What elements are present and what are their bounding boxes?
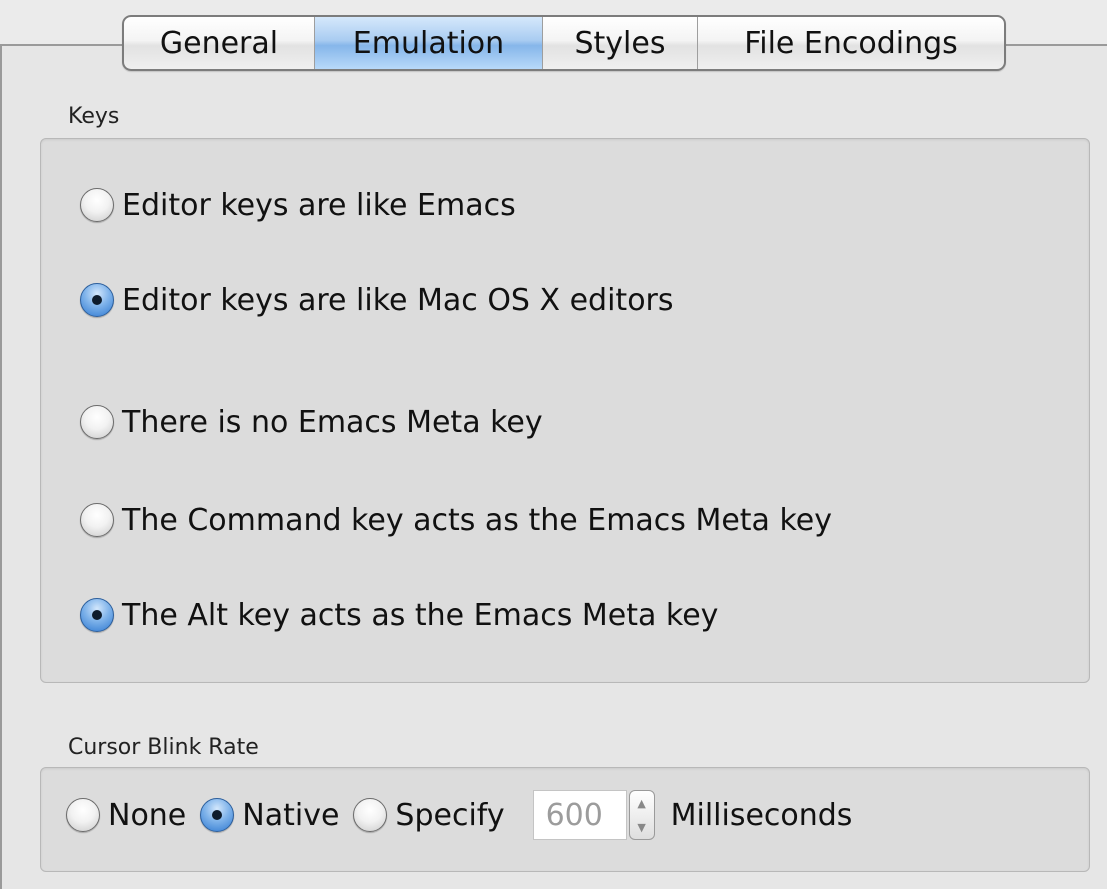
radio-option-specify[interactable]: Specify xyxy=(353,797,505,833)
radio-label: Native xyxy=(242,797,340,833)
cursor-blink-group-title: Cursor Blink Rate xyxy=(68,735,259,760)
radio-button[interactable] xyxy=(66,798,100,832)
radio-button[interactable] xyxy=(353,798,388,832)
tab-emulation[interactable]: Emulation xyxy=(315,17,543,69)
tab-general[interactable]: General xyxy=(124,17,315,69)
radio-option-emacs-keys[interactable]: Editor keys are like Emacs xyxy=(80,185,516,225)
radio-option-alt-meta[interactable]: The Alt key acts as the Emacs Meta key xyxy=(80,595,718,635)
radio-option-none[interactable]: None xyxy=(66,798,186,833)
tab-file-encodings[interactable]: File Encodings xyxy=(698,17,1004,69)
stepper-down-icon[interactable]: ▼ xyxy=(637,822,645,833)
radio-label: None xyxy=(108,797,187,833)
radio-label: Specify xyxy=(395,797,505,833)
radio-option-command-meta[interactable]: The Command key acts as the Emacs Meta k… xyxy=(80,500,832,540)
radio-label: There is no Emacs Meta key xyxy=(122,404,543,440)
radio-button[interactable] xyxy=(80,503,114,537)
cursor-blink-controls: None Native Specify 600 ▲ ▼ Milliseconds xyxy=(66,790,852,840)
radio-option-macos-keys[interactable]: Editor keys are like Mac OS X editors xyxy=(80,280,674,320)
stepper-up-icon[interactable]: ▲ xyxy=(637,798,645,809)
radio-option-native[interactable]: Native xyxy=(200,798,339,833)
milliseconds-unit-label: Milliseconds xyxy=(670,797,853,833)
radio-button[interactable] xyxy=(80,188,114,222)
radio-button-checked[interactable] xyxy=(80,598,114,632)
radio-button-checked[interactable] xyxy=(200,798,235,832)
radio-label: Editor keys are like Mac OS X editors xyxy=(122,282,674,318)
radio-button-checked[interactable] xyxy=(80,283,114,317)
tab-styles[interactable]: Styles xyxy=(543,17,698,69)
radio-button[interactable] xyxy=(80,405,114,439)
keys-group-title: Keys xyxy=(68,104,120,129)
milliseconds-input[interactable]: 600 xyxy=(532,790,627,840)
radio-label: Editor keys are like Emacs xyxy=(122,187,516,223)
milliseconds-stepper[interactable]: ▲ ▼ xyxy=(628,790,655,840)
radio-label: The Command key acts as the Emacs Meta k… xyxy=(122,502,832,538)
tab-bar: General Emulation Styles File Encodings xyxy=(122,15,1006,71)
radio-label: The Alt key acts as the Emacs Meta key xyxy=(122,597,719,633)
radio-option-no-meta-key[interactable]: There is no Emacs Meta key xyxy=(80,402,543,442)
